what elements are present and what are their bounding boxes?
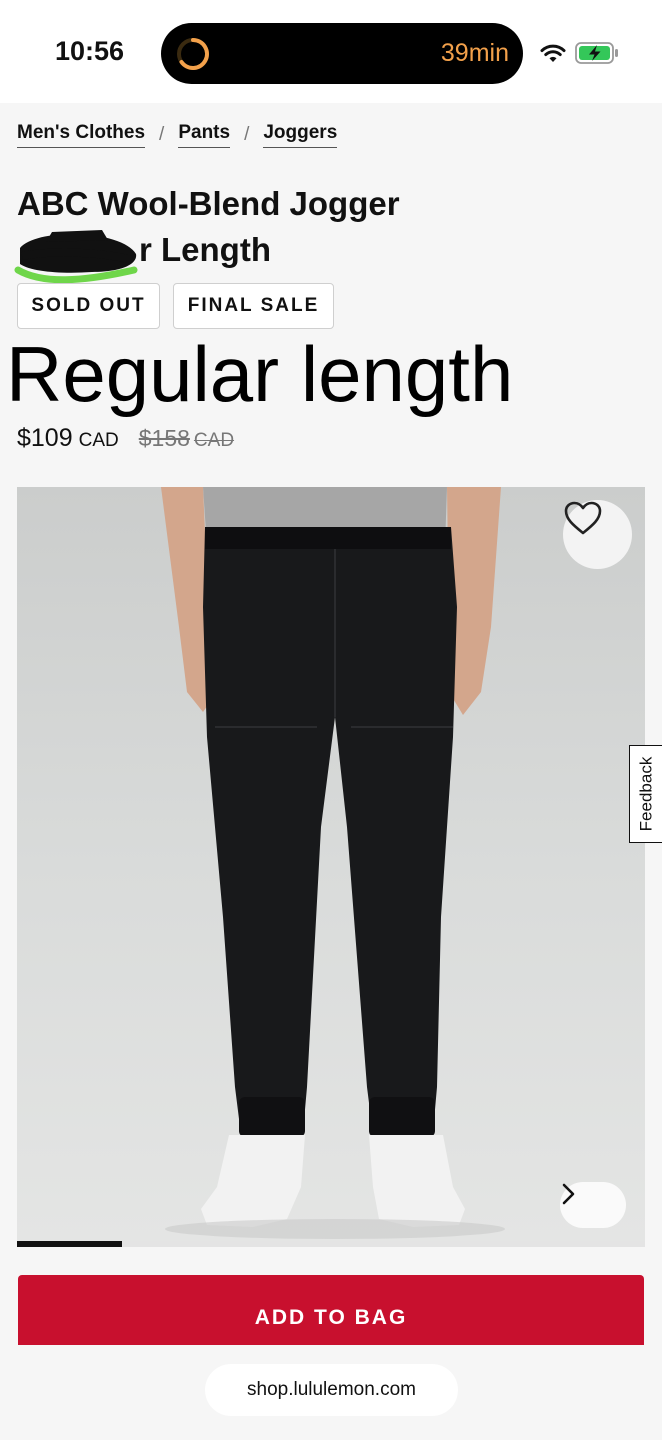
product-title-line1: ABC Wool-Blend Jogger bbox=[17, 185, 400, 222]
battery-charging-icon bbox=[575, 42, 618, 64]
jogger-photo bbox=[161, 487, 505, 1239]
breadcrumb-joggers[interactable]: Joggers bbox=[263, 122, 338, 148]
timer-icon bbox=[177, 38, 209, 70]
feedback-tab[interactable]: Feedback bbox=[629, 745, 662, 843]
next-image-button[interactable] bbox=[560, 1182, 626, 1228]
sold-out-badge: SOLD OUT bbox=[17, 283, 160, 329]
product-title-line2: r Length bbox=[139, 231, 271, 268]
add-to-bag-button[interactable]: ADD TO BAG bbox=[18, 1275, 644, 1345]
wishlist-button[interactable] bbox=[563, 500, 632, 569]
status-bar: 10:56 39min bbox=[0, 0, 662, 103]
product-image[interactable] bbox=[17, 487, 645, 1242]
breadcrumb-separator: / bbox=[159, 124, 165, 145]
sale-price: $109 bbox=[17, 424, 73, 452]
original-price-currency: CAD bbox=[193, 430, 235, 451]
breadcrumb: Men's Clothes / Pants / Joggers bbox=[17, 119, 338, 151]
breadcrumb-mens-clothes[interactable]: Men's Clothes bbox=[17, 122, 146, 148]
carousel-progress-track bbox=[17, 1241, 645, 1247]
breadcrumb-pants[interactable]: Pants bbox=[178, 122, 231, 148]
annotation-text: Regular length bbox=[6, 330, 514, 418]
heart-icon bbox=[564, 501, 602, 535]
original-price: $158 bbox=[138, 425, 190, 451]
wifi-icon bbox=[540, 44, 566, 62]
product-page: 10:56 39min Men's Clothes / Pants / Jogg… bbox=[0, 0, 662, 1440]
feedback-label: Feedback bbox=[636, 756, 656, 832]
redaction-scribble bbox=[14, 230, 138, 284]
dynamic-island[interactable]: 39min bbox=[161, 23, 523, 84]
price-row: $109 CAD $158 CAD bbox=[17, 424, 234, 460]
breadcrumb-separator: / bbox=[244, 124, 250, 145]
carousel-progress-bar bbox=[17, 1241, 122, 1247]
status-time: 10:56 bbox=[55, 36, 125, 66]
chevron-right-icon bbox=[562, 1183, 575, 1205]
activity-time-remaining: 39min bbox=[440, 39, 509, 67]
url-bar[interactable]: shop.lululemon.com bbox=[205, 1364, 458, 1416]
final-sale-badge: FINAL SALE bbox=[173, 283, 334, 329]
sale-price-currency: CAD bbox=[78, 430, 119, 451]
